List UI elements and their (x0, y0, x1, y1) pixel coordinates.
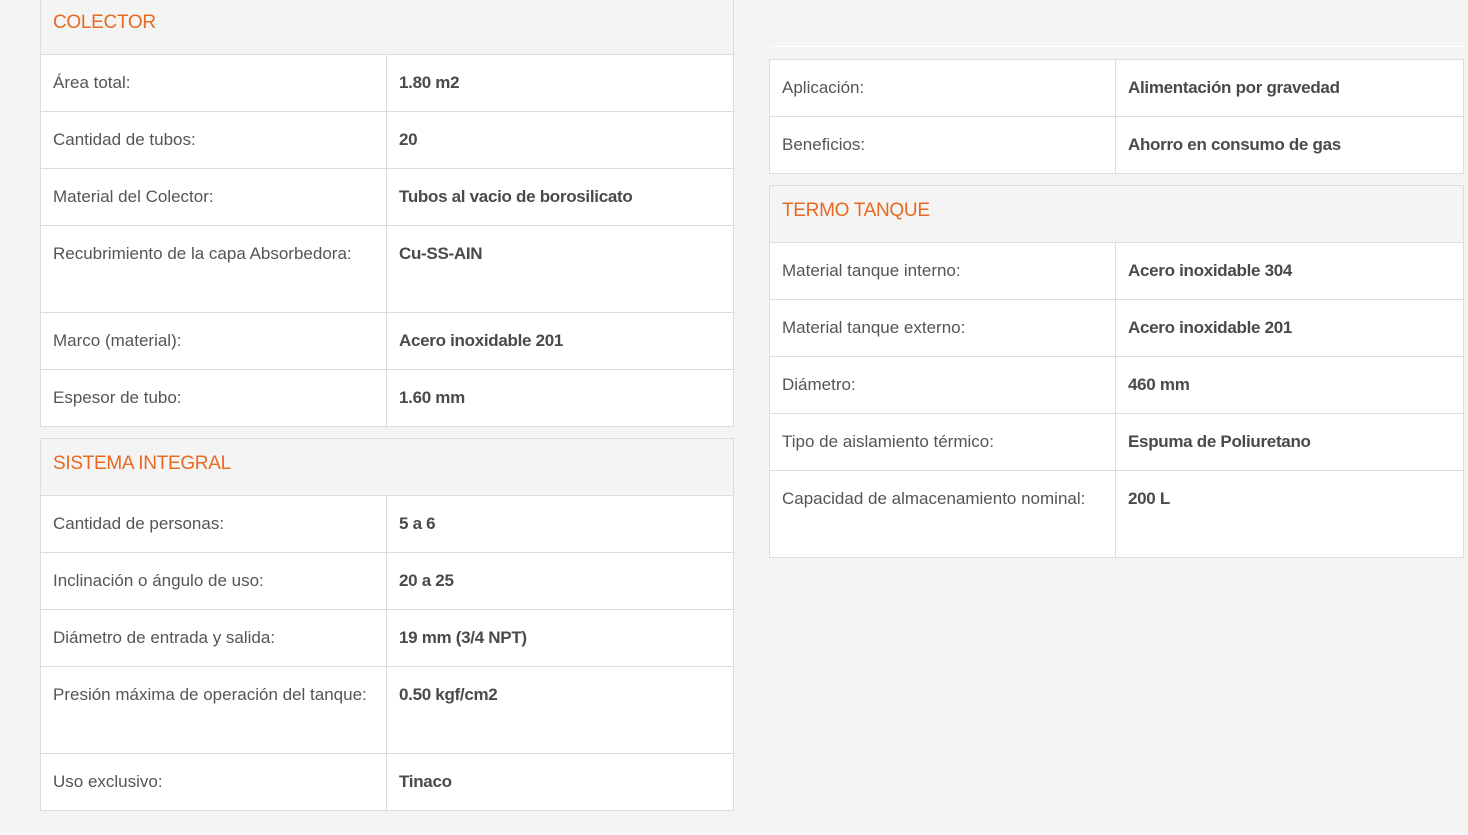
table-row: Material tanque interno: Acero inoxidabl… (769, 242, 1464, 300)
table-row: Cantidad de personas: 5 a 6 (40, 495, 735, 553)
row-value: Tinaco (385, 753, 735, 811)
row-label: Capacidad de almacenamiento nominal: (769, 470, 1116, 558)
table-row: Cantidad de tubos: 20 (40, 111, 735, 169)
row-label: Espesor de tubo: (40, 369, 387, 427)
row-value: 20 a 25 (385, 552, 735, 610)
colector-title: COLECTOR (39, 0, 735, 55)
row-label: Diámetro de entrada y salida: (40, 609, 387, 667)
row-value: 1.60 mm (385, 369, 735, 427)
termo-table: TERMO TANQUE Material tanque interno: Ac… (769, 185, 1464, 558)
row-label: Diámetro: (769, 356, 1116, 414)
row-value: Ahorro en consumo de gas (1115, 116, 1464, 174)
row-value: 0.50 kgf/cm2 (385, 666, 735, 754)
row-label: Presión máxima de operación del tanque: (40, 666, 387, 754)
table-row: Diámetro de entrada y salida: 19 mm (3/4… (40, 609, 735, 667)
row-value: 460 mm (1115, 356, 1464, 414)
table-row: Inclinación o ángulo de uso: 20 a 25 (40, 552, 735, 610)
row-value: Cu-SS-AIN (385, 225, 735, 313)
table-row: Recubrimiento de la capa Absorbedora: Cu… (40, 225, 735, 313)
row-label: Cantidad de personas: (40, 495, 387, 553)
row-label: Inclinación o ángulo de uso: (40, 552, 387, 610)
row-label: Material tanque interno: (769, 242, 1116, 300)
row-label: Beneficios: (769, 116, 1116, 174)
colector-table: COLECTOR Área total: 1.80 m2 Cantidad de… (39, 0, 735, 427)
table-row: Área total: 1.80 m2 (40, 54, 735, 112)
table-row: Marco (material): Acero inoxidable 201 (40, 312, 735, 370)
row-label: Recubrimiento de la capa Absorbedora: (40, 225, 387, 313)
row-label: Cantidad de tubos: (40, 111, 387, 169)
table-row: Beneficios: Ahorro en consumo de gas (769, 116, 1464, 174)
row-label: Material del Colector: (40, 168, 387, 226)
row-value: 1.80 m2 (385, 54, 735, 112)
sistema-title: SISTEMA INTEGRAL (39, 438, 735, 496)
row-label: Marco (material): (40, 312, 387, 370)
row-value: Acero inoxidable 201 (385, 312, 735, 370)
row-value: 5 a 6 (385, 495, 735, 553)
row-value: Acero inoxidable 304 (1115, 242, 1464, 300)
row-value: 19 mm (3/4 NPT) (385, 609, 735, 667)
top-strip (769, 0, 1468, 47)
table-row: Diámetro: 460 mm (769, 356, 1464, 414)
table-row: Espesor de tubo: 1.60 mm (40, 369, 735, 427)
table-row: Capacidad de almacenamiento nominal: 200… (769, 470, 1464, 558)
row-value: Espuma de Poliuretano (1115, 413, 1464, 471)
table-row: Uso exclusivo: Tinaco (40, 753, 735, 811)
row-value: 20 (385, 111, 735, 169)
table-row: Aplicación: Alimentación por gravedad (769, 59, 1464, 117)
row-value: Acero inoxidable 201 (1115, 299, 1464, 357)
table-row: Presión máxima de operación del tanque: … (40, 666, 735, 754)
row-label: Uso exclusivo: (40, 753, 387, 811)
row-label: Material tanque externo: (769, 299, 1116, 357)
row-label: Aplicación: (769, 59, 1116, 117)
table-row: Material tanque externo: Acero inoxidabl… (769, 299, 1464, 357)
general-table: Aplicación: Alimentación por gravedad Be… (769, 59, 1464, 174)
row-label: Tipo de aislamiento térmico: (769, 413, 1116, 471)
row-label: Área total: (40, 54, 387, 112)
row-value: 200 L (1115, 470, 1464, 558)
termo-title: TERMO TANQUE (769, 185, 1464, 243)
sistema-table: SISTEMA INTEGRAL Cantidad de personas: 5… (39, 438, 735, 811)
table-row: Material del Colector: Tubos al vacio de… (40, 168, 735, 226)
row-value: Tubos al vacio de borosilicato (385, 168, 735, 226)
row-value: Alimentación por gravedad (1115, 59, 1464, 117)
table-row: Tipo de aislamiento térmico: Espuma de P… (769, 413, 1464, 471)
